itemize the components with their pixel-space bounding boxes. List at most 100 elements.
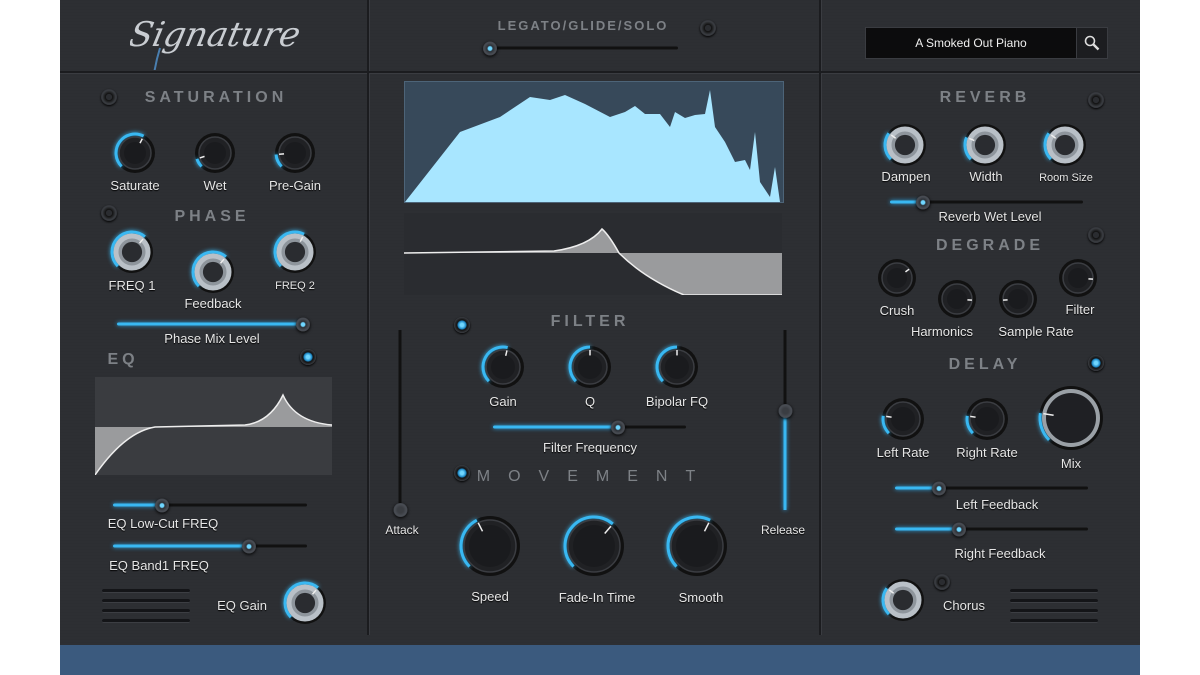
left-feedback-slider[interactable] [895,481,1088,495]
filter-response-display [403,213,782,296]
preset-name-display[interactable]: A Smoked Out Piano [865,27,1077,59]
legato-title: LEGATO/GLIDE/SOLO [497,18,669,33]
bottom-bar [60,645,1140,675]
filter-q-knob[interactable] [565,342,615,392]
eq-lowcut-label: EQ Low-Cut FREQ [107,516,219,531]
knob-pointer [970,415,976,418]
sample-rate-knob[interactable] [995,276,1041,322]
crush-knob[interactable] [874,255,920,301]
wet-label: Wet [203,178,227,193]
svg-text:Signature: Signature [130,15,300,55]
logo: Signature [126,6,304,75]
attack-label: Attack [385,523,419,537]
delay-mix-label: Mix [1060,456,1082,471]
filter-title: FILTER [550,313,630,330]
pre-gain-knob[interactable] [271,129,319,177]
dampen-knob[interactable] [880,120,930,170]
divider [367,0,369,635]
phase-power-button[interactable] [101,205,117,221]
delay-title: DELAY [948,356,1022,373]
eq-curve-display[interactable] [94,377,333,476]
reverb-title: REVERB [939,89,1031,106]
left-rate-label: Left Rate [876,445,930,460]
freq2-knob[interactable] [270,227,320,277]
harmonics-knob[interactable] [934,276,980,322]
reverb-wet-label: Reverb Wet Level [938,209,1042,224]
filter-q-label: Q [584,394,596,409]
sample-rate-label: Sample Rate [998,324,1074,339]
eq-band1-slider[interactable] [113,539,307,553]
smooth-knob[interactable] [663,512,731,580]
filter-gain-knob[interactable] [478,342,528,392]
dampen-label: Dampen [881,169,931,184]
right-rate-knob[interactable] [962,394,1012,444]
speed-knob[interactable] [456,512,524,580]
width-knob[interactable] [960,120,1010,170]
degrade-filter-label: Filter [1065,302,1095,317]
degrade-filter-knob[interactable] [1055,255,1101,301]
filter-power-button[interactable] [454,317,470,333]
filter-gain-label: Gain [489,394,517,409]
divider [369,71,819,73]
phase-title: PHASE [174,208,250,225]
eq-lowcut-slider[interactable] [113,498,307,512]
magnifier-icon [1084,35,1100,51]
degrade-title: DEGRADE [935,237,1045,254]
room-size-label: Room Size [1039,172,1093,184]
eq-power-button[interactable] [300,349,316,365]
right-rate-label: Right Rate [956,445,1018,460]
divider [819,0,821,635]
wet-knob[interactable] [191,129,239,177]
waveform-display [404,81,784,203]
attack-slider[interactable] [393,330,407,517]
bipolar-fq-knob[interactable] [652,342,702,392]
movement-title: MOVEMENT [476,468,714,485]
chorus-knob[interactable] [878,575,928,625]
freq1-label: FREQ 1 [108,278,156,293]
left-rate-knob[interactable] [878,394,928,444]
right-feedback-label: Right Feedback [954,546,1046,561]
filter-frequency-slider[interactable] [493,420,686,434]
smooth-label: Smooth [678,590,724,605]
release-slider[interactable] [778,330,792,510]
freq2-label: FREQ 2 [275,280,315,292]
eq-gain-knob[interactable] [280,578,330,628]
feedback-knob[interactable] [188,247,238,297]
fade-in-time-knob[interactable] [560,512,628,580]
legato-power-button[interactable] [700,20,716,36]
degrade-power-button[interactable] [1088,227,1104,243]
reverb-wet-slider[interactable] [890,195,1083,209]
legato-slider[interactable] [483,41,678,55]
width-label: Width [969,169,1003,184]
crush-label: Crush [879,303,915,318]
right-feedback-slider[interactable] [895,522,1088,536]
delay-power-button[interactable] [1088,355,1104,371]
eq-title: EQ [107,351,139,368]
preset-search-button[interactable] [1076,27,1108,59]
filter-frequency-label: Filter Frequency [543,440,637,455]
room-size-knob[interactable] [1040,120,1090,170]
phase-mix-label: Phase Mix Level [164,331,260,346]
speed-label: Speed [471,589,509,604]
freq1-knob[interactable] [107,227,157,277]
fade-in-time-label: Fade-In Time [558,590,636,605]
divider [60,71,367,73]
saturation-title: SATURATION [144,89,288,106]
saturation-power-button[interactable] [101,89,117,105]
reverb-power-button[interactable] [1088,92,1104,108]
saturate-label: Saturate [110,178,160,193]
eq-gain-label: EQ Gain [217,598,267,613]
chorus-label: Chorus [943,598,985,613]
left-feedback-label: Left Feedback [955,497,1039,512]
speaker-grille [1010,589,1098,629]
movement-power-button[interactable] [454,465,470,481]
eq-band1-label: EQ Band1 FREQ [109,558,209,573]
knob-pointer [886,415,892,418]
delay-mix-knob[interactable] [1035,382,1107,454]
feedback-label: Feedback [184,296,242,311]
release-label: Release [760,523,806,537]
bipolar-fq-label: Bipolar FQ [645,394,709,409]
chorus-power-button[interactable] [934,574,950,590]
saturate-knob[interactable] [111,129,159,177]
phase-mix-slider[interactable] [117,317,310,331]
